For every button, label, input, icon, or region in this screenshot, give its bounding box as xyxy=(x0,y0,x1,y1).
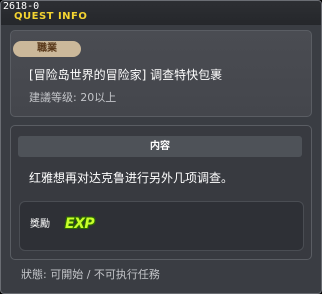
content-header: 内容 xyxy=(18,136,302,157)
quest-info-window: 2618-0 QUEST INFO 職業 [冒险岛世界的冒险家] 调查特快包裹 … xyxy=(0,0,322,294)
window-title: QUEST INFO xyxy=(14,11,88,22)
reward-box xyxy=(19,201,304,251)
title-bar[interactable]: 2618-0 QUEST INFO xyxy=(1,1,321,25)
level-requirement: 建議等级: 20以上 xyxy=(29,91,117,104)
exp-icon: EXP xyxy=(65,216,95,232)
quest-name: [冒险岛世界的冒险家] 调查特快包裹 xyxy=(29,68,223,82)
reward-label: 獎勵 xyxy=(30,219,50,230)
quest-description: 红雅想再对达克鲁进行另外几项调查。 xyxy=(29,171,234,185)
category-badge: 職業 xyxy=(13,41,81,57)
quest-status: 狀態: 可開始 / 不可执行任務 xyxy=(21,268,160,281)
